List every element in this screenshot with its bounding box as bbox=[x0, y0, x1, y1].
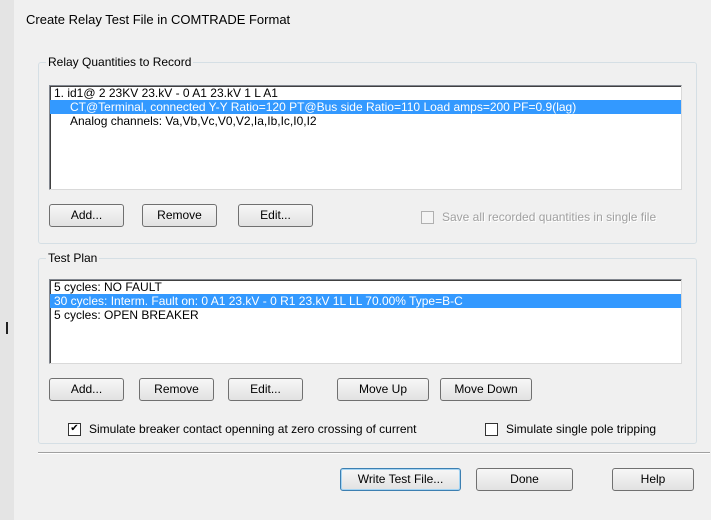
plan-add-button[interactable]: Add... bbox=[49, 378, 124, 401]
write-test-file-button[interactable]: Write Test File... bbox=[340, 468, 461, 491]
save-single-file-checkbox[interactable]: Save all recorded quantities in single f… bbox=[421, 210, 656, 224]
list-item-selected[interactable]: CT@Terminal, connected Y-Y Ratio=120 PT@… bbox=[50, 100, 681, 114]
relay-quantities-list[interactable]: 1. id1@ 2 23KV 23.kV - 0 A1 23.kV 1 L A1… bbox=[49, 85, 682, 190]
relay-add-button[interactable]: Add... bbox=[49, 204, 124, 227]
checkmark-icon: ✔ bbox=[68, 422, 81, 436]
test-plan-list[interactable]: 5 cycles: NO FAULT 30 cycles: Interm. Fa… bbox=[49, 279, 682, 364]
list-item[interactable]: 1. id1@ 2 23KV 23.kV - 0 A1 23.kV 1 L A1 bbox=[50, 86, 681, 100]
relay-edit-button[interactable]: Edit... bbox=[238, 204, 313, 227]
footer-separator bbox=[38, 452, 710, 454]
help-button[interactable]: Help bbox=[612, 468, 694, 491]
test-plan-group-label: Test Plan bbox=[46, 251, 100, 265]
simulate-single-pole-checkbox[interactable]: Simulate single pole tripping bbox=[485, 422, 656, 436]
list-item[interactable]: 5 cycles: NO FAULT bbox=[50, 280, 681, 294]
done-button[interactable]: Done bbox=[476, 468, 573, 491]
list-item-selected[interactable]: 30 cycles: Interm. Fault on: 0 A1 23.kV … bbox=[50, 294, 681, 308]
move-down-button[interactable]: Move Down bbox=[440, 378, 532, 401]
background-window-mark bbox=[6, 322, 8, 334]
comtrade-dialog: Create Relay Test File in COMTRADE Forma… bbox=[14, 0, 711, 520]
plan-edit-button[interactable]: Edit... bbox=[228, 378, 303, 401]
background-window-edge bbox=[0, 0, 15, 520]
simulate-zero-crossing-checkbox[interactable]: ✔ Simulate breaker contact openning at z… bbox=[68, 422, 417, 436]
save-single-file-label: Save all recorded quantities in single f… bbox=[442, 210, 657, 224]
simulate-zero-crossing-label: Simulate breaker contact openning at zer… bbox=[89, 422, 417, 436]
checkbox-box bbox=[485, 422, 498, 436]
list-item[interactable]: 5 cycles: OPEN BREAKER bbox=[50, 308, 681, 322]
plan-remove-button[interactable]: Remove bbox=[139, 378, 214, 401]
dialog-title: Create Relay Test File in COMTRADE Forma… bbox=[26, 12, 291, 27]
relay-quantities-group: Relay Quantities to Record 1. id1@ 2 23K… bbox=[38, 55, 697, 244]
simulate-single-pole-label: Simulate single pole tripping bbox=[506, 422, 657, 436]
list-item[interactable]: Analog channels: Va,Vb,Vc,V0,V2,Ia,Ib,Ic… bbox=[50, 114, 681, 128]
move-up-button[interactable]: Move Up bbox=[337, 378, 429, 401]
relay-quantities-group-label: Relay Quantities to Record bbox=[46, 55, 194, 69]
checkbox-box bbox=[421, 210, 434, 224]
relay-remove-button[interactable]: Remove bbox=[142, 204, 217, 227]
test-plan-group: Test Plan 5 cycles: NO FAULT 30 cycles: … bbox=[38, 251, 697, 444]
